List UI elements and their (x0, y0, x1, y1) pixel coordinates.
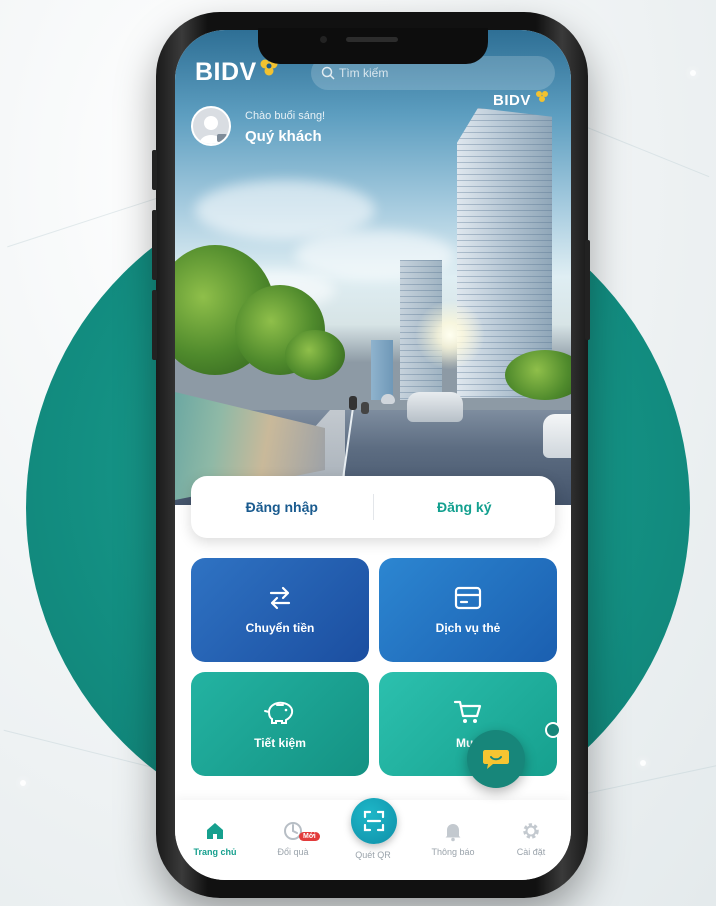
tile-label: Chuyển tiền (245, 621, 315, 635)
tile-transfer[interactable]: Chuyển tiền (191, 558, 369, 662)
home-icon (207, 823, 223, 839)
motorbike (349, 396, 357, 410)
motorbike (361, 402, 369, 414)
avatar[interactable] (191, 106, 231, 146)
background-dot (690, 70, 696, 76)
gear-icon (523, 823, 539, 839)
register-button[interactable]: Đăng ký (374, 499, 556, 515)
app-screen: BIDV BIDV Tìm kiếm Chào buổi sáng! Quý k… (175, 30, 571, 880)
camera (320, 36, 327, 43)
user-name: Quý khách (245, 128, 322, 145)
phone-side-button (152, 210, 157, 280)
hero-image: BIDV (175, 30, 571, 505)
tile-label: Dịch vụ thẻ (435, 621, 501, 635)
piggy-bank-icon (264, 701, 294, 724)
nav-label: Quét QR (355, 850, 391, 860)
phone-side-button (152, 150, 157, 190)
nav-label: Trang chủ (193, 847, 237, 857)
card-icon (454, 586, 482, 610)
shopping-cart-icon (453, 700, 482, 723)
nav-settings[interactable]: Cài đặt (493, 820, 569, 857)
background-dot (20, 780, 26, 786)
new-badge: Mới (299, 832, 320, 841)
phone-notch (258, 28, 488, 64)
sun-flare (415, 300, 485, 370)
building-sign-mark-icon (536, 91, 548, 102)
building (371, 340, 393, 400)
search-icon (321, 66, 335, 80)
car (543, 414, 571, 458)
tile-savings[interactable]: Tiết kiệm (191, 672, 369, 776)
speaker (346, 37, 398, 42)
car (381, 394, 395, 404)
nav-label: Đổi quà (277, 847, 309, 857)
phone-side-button (152, 290, 157, 360)
transfer-arrows-icon (269, 586, 291, 610)
bell-icon (445, 824, 461, 842)
login-button[interactable]: Đăng nhập (191, 499, 373, 515)
chat-close-button[interactable] (545, 722, 561, 738)
tile-card-services[interactable]: Dịch vụ thẻ (379, 558, 557, 662)
tile-label: Tiết kiệm (254, 736, 306, 750)
nav-rewards[interactable]: Mới Đổi quà (255, 820, 331, 857)
chat-bubble-icon (483, 750, 509, 769)
nav-home[interactable]: Trang chủ (177, 820, 253, 857)
bidv-logo: BIDV (195, 58, 257, 86)
building-sign: BIDV (493, 92, 531, 109)
background-dot (640, 760, 646, 766)
chat-assistant-button[interactable] (467, 730, 525, 788)
bottom-navigation: Trang chủ Mới Đổi quà Quét QR Thông báo (175, 798, 571, 880)
nav-notifications[interactable]: Thông báo (415, 820, 491, 857)
nav-qr-scan[interactable] (351, 798, 397, 844)
greeting-text: Chào buổi sáng! (245, 110, 326, 122)
nav-qr-label-wrap: Quét QR (335, 850, 411, 860)
search-placeholder: Tìm kiếm (339, 66, 389, 80)
auth-card: Đăng nhập Đăng ký (191, 476, 555, 538)
phone-side-button (585, 240, 590, 340)
nav-label: Cài đặt (516, 847, 546, 857)
nav-label: Thông báo (431, 847, 475, 857)
qr-scan-icon (363, 810, 385, 832)
car (407, 392, 463, 422)
